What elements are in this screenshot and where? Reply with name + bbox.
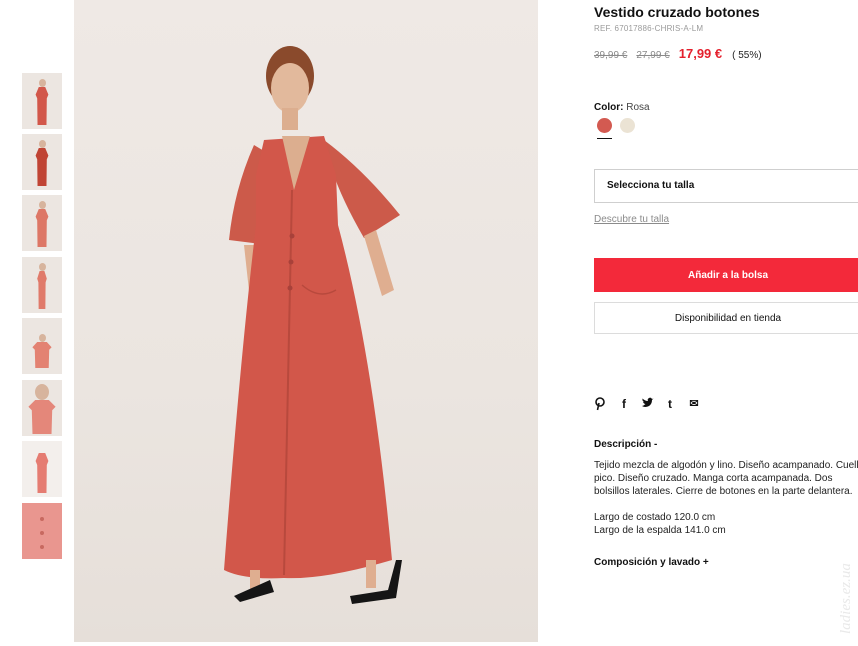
thumbnail-figure	[34, 445, 50, 493]
facebook-icon[interactable]: f	[619, 397, 629, 411]
color-swatch-rosa[interactable]	[597, 118, 612, 133]
thumbnail-8[interactable]	[22, 503, 62, 559]
selected-color-indicator	[597, 138, 612, 139]
pinterest-icon[interactable]	[594, 397, 606, 411]
thumbnail-7[interactable]	[22, 441, 62, 497]
watermark: ladies.ez.ua	[838, 563, 854, 634]
thumbnail-2[interactable]	[22, 134, 62, 190]
selected-color-name: Rosa	[626, 102, 650, 113]
composition-toggle[interactable]: Composición y lavado +	[594, 557, 709, 568]
email-icon[interactable]: ✉	[688, 397, 700, 411]
color-swatch-crudo[interactable]	[620, 118, 635, 133]
color-label-prefix: Color:	[594, 102, 624, 113]
description-text: Tejido mezcla de algodón y lino. Diseño …	[594, 459, 858, 537]
thumbnail-figure	[36, 263, 48, 309]
thumbnail-3[interactable]	[22, 195, 62, 251]
size-guide-link[interactable]: Descubre tu talla	[594, 214, 669, 225]
price-block: 39,99 € 27,99 € 17,99 € ( 55%)	[594, 46, 762, 61]
thumbnail-figure	[25, 384, 59, 434]
store-availability-button[interactable]: Disponibilidad en tienda	[594, 302, 858, 334]
twitter-icon[interactable]	[640, 397, 654, 411]
model-illustration	[224, 46, 402, 604]
color-label: Color: Rosa	[594, 102, 650, 113]
thumbnail-1[interactable]	[22, 73, 62, 129]
product-main-image	[74, 0, 538, 642]
product-title: Vestido cruzado botones	[594, 4, 760, 20]
thumbnail-5[interactable]	[22, 318, 62, 374]
previous-price: 27,99 €	[636, 50, 670, 61]
add-to-bag-button[interactable]: Añadir a la bolsa	[594, 258, 858, 292]
discount-badge: ( 55%)	[732, 50, 762, 61]
description-line-1: Tejido mezcla de algodón y lino. Diseño …	[594, 460, 858, 471]
size-select[interactable]: Selecciona tu talla	[594, 169, 858, 203]
sale-price: 17,99 €	[678, 46, 723, 61]
side-length: Largo de costado 120.0 cm	[594, 512, 716, 523]
thumbnail-6[interactable]	[22, 380, 62, 436]
back-length: Largo de la espalda 141.0 cm	[594, 525, 726, 536]
description-line-3: bolsillos laterales. Cierre de botones e…	[594, 486, 853, 497]
original-price: 39,99 €	[594, 50, 628, 61]
description-toggle[interactable]: Descripción -	[594, 439, 657, 450]
thumbnail-figure	[30, 334, 54, 368]
thumbnail-4[interactable]	[22, 257, 62, 313]
thumbnail-figure	[34, 201, 50, 247]
description-line-2: pico. Diseño cruzado. Manga corta acampa…	[594, 473, 833, 484]
product-reference: REF. 67017886-CHRIS-A-LM	[594, 24, 704, 33]
tumblr-icon[interactable]: t	[666, 397, 674, 411]
thumbnail-figure	[34, 140, 50, 186]
thumbnail-figure	[34, 79, 50, 125]
